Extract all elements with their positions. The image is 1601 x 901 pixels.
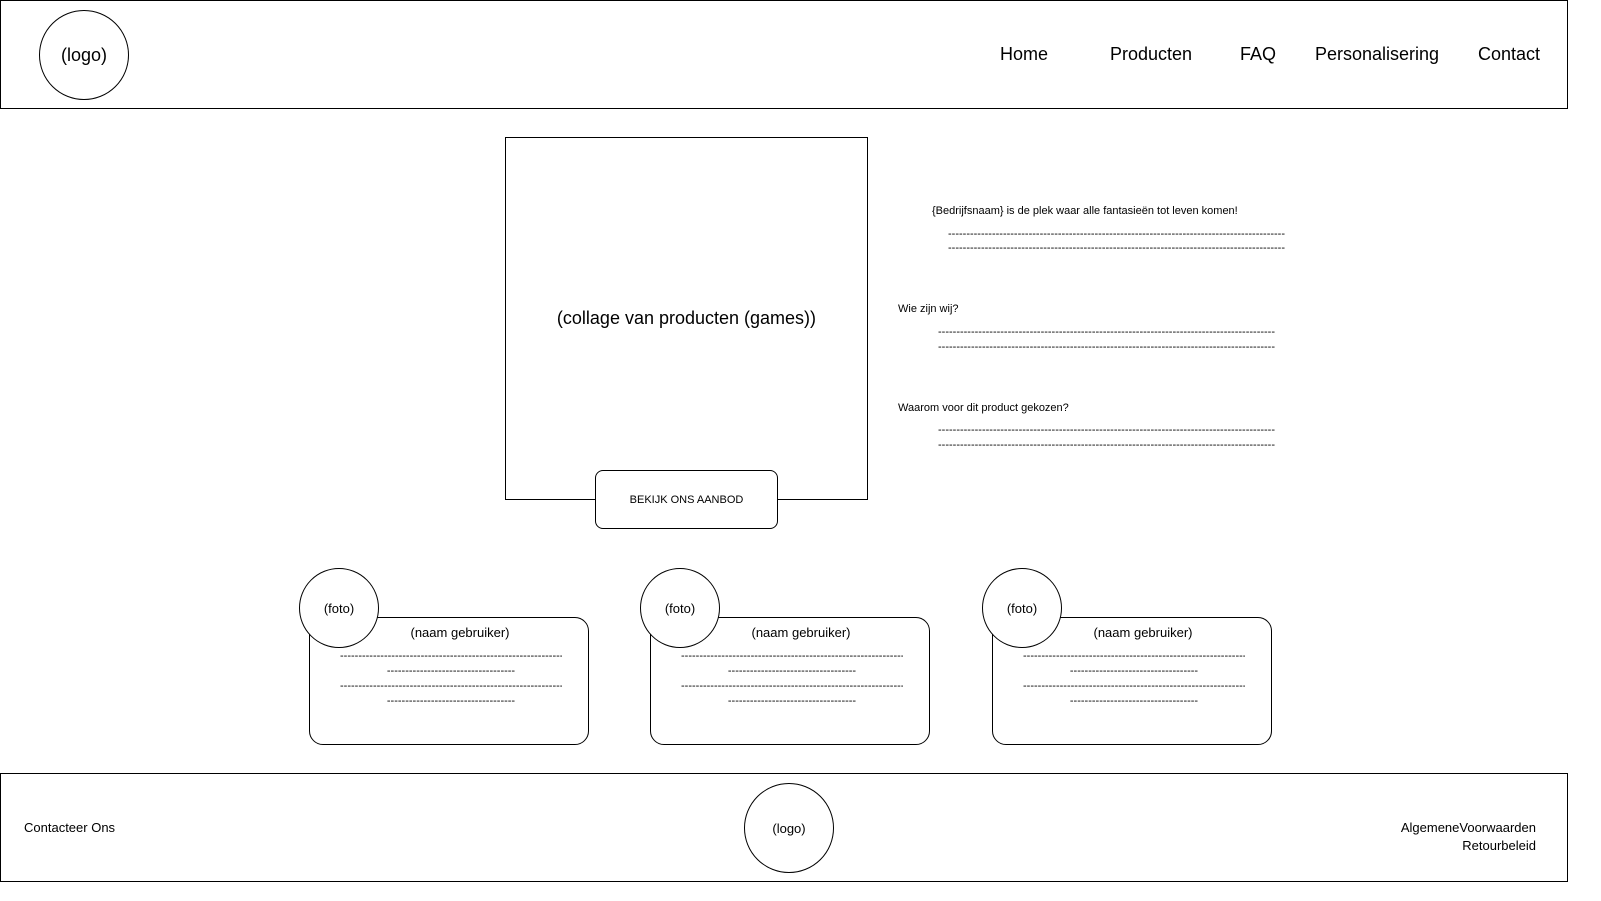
review-line: ----------------------------------------… xyxy=(681,650,903,662)
why-choose-heading: Waarom voor dit product gekozen? xyxy=(898,402,1069,414)
review-photo: (foto) xyxy=(640,568,720,648)
footer-logo-label: (logo) xyxy=(772,820,806,836)
header-logo-label: (logo) xyxy=(60,44,108,65)
review-line: ----------------------------------- xyxy=(1069,665,1199,677)
review-photo-label: (foto) xyxy=(1006,600,1038,616)
review-line: ----------------------------------- xyxy=(1069,695,1199,707)
view-offer-button[interactable]: BEKIJK ONS AANBOD xyxy=(595,470,778,529)
view-offer-button-label: BEKIJK ONS AANBOD xyxy=(629,493,744,506)
nav-home[interactable]: Home xyxy=(1000,44,1048,65)
review-line: ----------------------------------------… xyxy=(340,680,562,692)
footer-contact-link[interactable]: Contacteer Ons xyxy=(24,820,115,835)
footer-returns-link[interactable]: Retourbeleid xyxy=(1462,838,1536,853)
nav-producten[interactable]: Producten xyxy=(1110,44,1192,65)
review-line: ----------------------------------------… xyxy=(1023,680,1245,692)
who-placeholder-line: ----------------------------------------… xyxy=(938,341,1276,353)
review-line: ----------------------------------- xyxy=(727,695,857,707)
who-placeholder-line: ----------------------------------------… xyxy=(938,326,1276,338)
why-placeholder-line: ----------------------------------------… xyxy=(938,439,1276,451)
product-collage: (collage van producten (games)) xyxy=(505,137,868,500)
review-photo: (foto) xyxy=(299,568,379,648)
review-text: ----------------------------------- -----… xyxy=(681,649,903,709)
review-photo: (foto) xyxy=(982,568,1062,648)
review-line: ----------------------------------- xyxy=(386,695,516,707)
review-text: ----------------------------------- -----… xyxy=(1023,649,1245,709)
review-text: ----------------------------------- -----… xyxy=(340,649,562,709)
why-placeholder-line: ----------------------------------------… xyxy=(938,424,1276,436)
tagline-placeholder-line: ----------------------------------------… xyxy=(948,228,1286,240)
footer-logo[interactable]: (logo) xyxy=(744,783,834,873)
review-line: ----------------------------------------… xyxy=(681,680,903,692)
nav-faq[interactable]: FAQ xyxy=(1240,44,1276,65)
review-photo-label: (foto) xyxy=(323,600,355,616)
who-are-we-heading: Wie zijn wij? xyxy=(898,303,959,315)
review-photo-label: (foto) xyxy=(664,600,696,616)
review-line: ----------------------------------- xyxy=(727,665,857,677)
tagline-placeholder-line: ----------------------------------------… xyxy=(948,242,1286,254)
review-line: ----------------------------------- xyxy=(386,665,516,677)
review-line: ----------------------------------------… xyxy=(1023,650,1245,662)
nav-personalisering[interactable]: Personalisering xyxy=(1315,44,1439,65)
company-tagline: {Bedrijfsnaam} is de plek waar alle fant… xyxy=(932,205,1238,217)
footer-terms-link[interactable]: AlgemeneVoorwaarden xyxy=(1401,820,1536,835)
header-logo[interactable]: (logo) xyxy=(39,10,129,100)
product-collage-label: (collage van producten (games)) xyxy=(556,308,817,328)
nav-contact[interactable]: Contact xyxy=(1478,44,1540,65)
review-line: ----------------------------------------… xyxy=(340,650,562,662)
